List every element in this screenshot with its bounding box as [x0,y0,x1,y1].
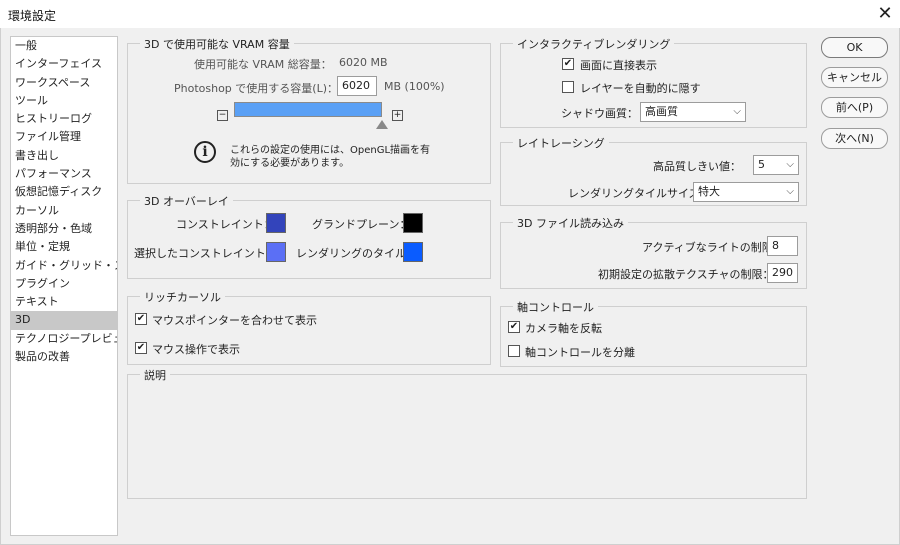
active-lights-input[interactable]: 8 [767,236,798,256]
overlay-legend: 3D オーバーレイ [140,193,233,209]
sidebar-item-type[interactable]: テキスト [11,293,117,311]
sidebar-item-units-rulers[interactable]: 単位・定規 [11,238,117,256]
sidebar-item-3d[interactable]: 3D [11,311,117,330]
shadow-quality-value: 高画質 [645,105,678,118]
separate-axis-control-checkbox[interactable] [508,345,520,357]
selected-constraint-label: 選択したコンストレイント： [134,247,277,260]
axis-control-legend: 軸コントロール [513,299,598,315]
show-on-interaction-checkbox[interactable]: ✔ [135,342,147,354]
file-loading-group: 3D ファイル読み込み アクティブなライトの制限： 8 初期設定の拡散テクスチャ… [500,215,807,289]
next-button[interactable]: 次へ(N) [821,128,888,149]
vram-available-value: 6020 MB [339,56,388,69]
cancel-button[interactable]: キャンセル [821,67,888,88]
direct-to-screen-label: 画面に直接表示 [580,59,657,72]
sidebar-item-workspace[interactable]: ワークスペース [11,74,117,92]
rich-cursor-legend: リッチカーソル [140,289,225,305]
chevron-down-icon: ⌵ [733,106,741,117]
sidebar-item-cursors[interactable]: カーソル [11,202,117,220]
sidebar-item-export[interactable]: 書き出し [11,147,117,165]
threshold-select[interactable]: 5 ⌵ [753,155,799,175]
invert-camera-axis-label: カメラ軸を反転 [525,322,602,335]
axis-control-group: 軸コントロール ✔ カメラ軸を反転 軸コントロールを分離 [500,299,807,367]
vram-slider-track[interactable] [234,102,382,117]
previous-button[interactable]: 前へ(P) [821,97,888,118]
selected-constraint-color-swatch[interactable] [266,242,286,262]
sidebar-item-history-log[interactable]: ヒストリーログ [11,110,117,128]
render-tile-color-swatch[interactable] [403,242,423,262]
description-legend: 説明 [140,367,170,383]
interactive-rendering-legend: インタラクティブレンダリング [513,36,675,52]
ray-tracing-legend: レイトレーシング [513,135,609,151]
threshold-label: 高品質しきい値： [653,160,741,173]
auto-hide-layers-label: レイヤーを自動的に隠す [580,82,701,95]
vram-group: 3D で使用可能な VRAM 容量 使用可能な VRAM 総容量： 6020 M… [127,36,491,184]
file-loading-legend: 3D ファイル読み込み [513,215,628,231]
vram-use-suffix: MB (100%) [384,80,445,93]
sidebar-item-guides-grid[interactable]: ガイド・グリッド・スライス [11,257,117,275]
invert-camera-axis-checkbox[interactable]: ✔ [508,321,520,333]
texture-limit-label: 初期設定の拡散テクスチャの制限： [598,268,774,281]
close-icon[interactable]: ✕ [870,0,900,28]
sidebar-item-plugins[interactable]: プラグイン [11,275,117,293]
sidebar-item-general[interactable]: 一般 [11,37,117,55]
sidebar-item-tools[interactable]: ツール [11,92,117,110]
separate-axis-control-label: 軸コントロールを分離 [525,346,635,359]
rich-cursor-group: リッチカーソル ✔ マウスポインターを合わせて表示 ✔ マウス操作で表示 [127,289,491,365]
vram-available-label: 使用可能な VRAM 総容量： [194,58,332,71]
tile-size-label: レンダリングタイルサイズ： [568,187,711,200]
vram-legend: 3D で使用可能な VRAM 容量 [140,36,294,52]
shadow-quality-select[interactable]: 高画質 ⌵ [640,102,746,122]
ground-plane-label: グランドプレーン： [312,218,411,231]
chevron-down-icon: ⌵ [786,159,794,170]
render-tile-label: レンダリングのタイル： [296,247,417,260]
ok-button[interactable]: OK [821,37,888,58]
threshold-value: 5 [758,158,765,171]
preferences-category-list[interactable]: 一般 インターフェイス ワークスペース ツール ヒストリーログ ファイル管理 書… [10,36,118,536]
show-on-interaction-label: マウス操作で表示 [152,343,240,356]
ground-plane-color-swatch[interactable] [403,213,423,233]
description-group: 説明 [127,367,807,499]
show-on-hover-label: マウスポインターを合わせて表示 [152,314,317,327]
constraint-label: コンストレイント： [176,218,275,231]
show-on-hover-checkbox[interactable]: ✔ [135,313,147,325]
sidebar-item-technology-previews[interactable]: テクノロジープレビュー [11,330,117,348]
vram-use-input[interactable]: 6020 [337,76,377,96]
tile-size-value: 特大 [698,185,720,198]
constraint-color-swatch[interactable] [266,213,286,233]
shadow-quality-label: シャドウ画質： [561,107,638,120]
tile-size-select[interactable]: 特大 ⌵ [693,182,799,202]
vram-slider-thumb[interactable] [376,120,388,129]
sidebar-item-interface[interactable]: インターフェイス [11,55,117,73]
overlay-group: 3D オーバーレイ コンストレイント： グランドプレーン： 選択したコンストレイ… [127,193,491,279]
auto-hide-layers-checkbox[interactable] [562,81,574,93]
vram-decrease-icon[interactable]: − [217,110,228,121]
info-text-line2: 効にする必要があります。 [230,158,350,169]
sidebar-item-scratch-disks[interactable]: 仮想記憶ディスク [11,183,117,201]
texture-limit-input[interactable]: 290 [767,263,798,283]
chevron-down-icon: ⌵ [786,186,794,197]
sidebar-item-file-handling[interactable]: ファイル管理 [11,128,117,146]
direct-to-screen-checkbox[interactable]: ✔ [562,58,574,70]
window-title: 環境設定 [8,9,57,23]
sidebar-item-performance[interactable]: パフォーマンス [11,165,117,183]
info-icon: i [194,141,216,163]
active-lights-label: アクティブなライトの制限： [642,241,784,254]
sidebar-item-transparency[interactable]: 透明部分・色域 [11,220,117,238]
title-bar: 環境設定 ✕ [0,0,900,28]
vram-use-label: Photoshop で使用する容量(L)： [174,82,339,95]
vram-increase-icon[interactable]: + [392,110,403,121]
vram-slider-fill [235,103,381,116]
ray-tracing-group: レイトレーシング 高品質しきい値： 5 ⌵ レンダリングタイルサイズ： 特大 ⌵ [500,135,807,206]
sidebar-item-product-improvement[interactable]: 製品の改善 [11,348,117,366]
interactive-rendering-group: インタラクティブレンダリング ✔ 画面に直接表示 レイヤーを自動的に隠す シャド… [500,36,807,128]
